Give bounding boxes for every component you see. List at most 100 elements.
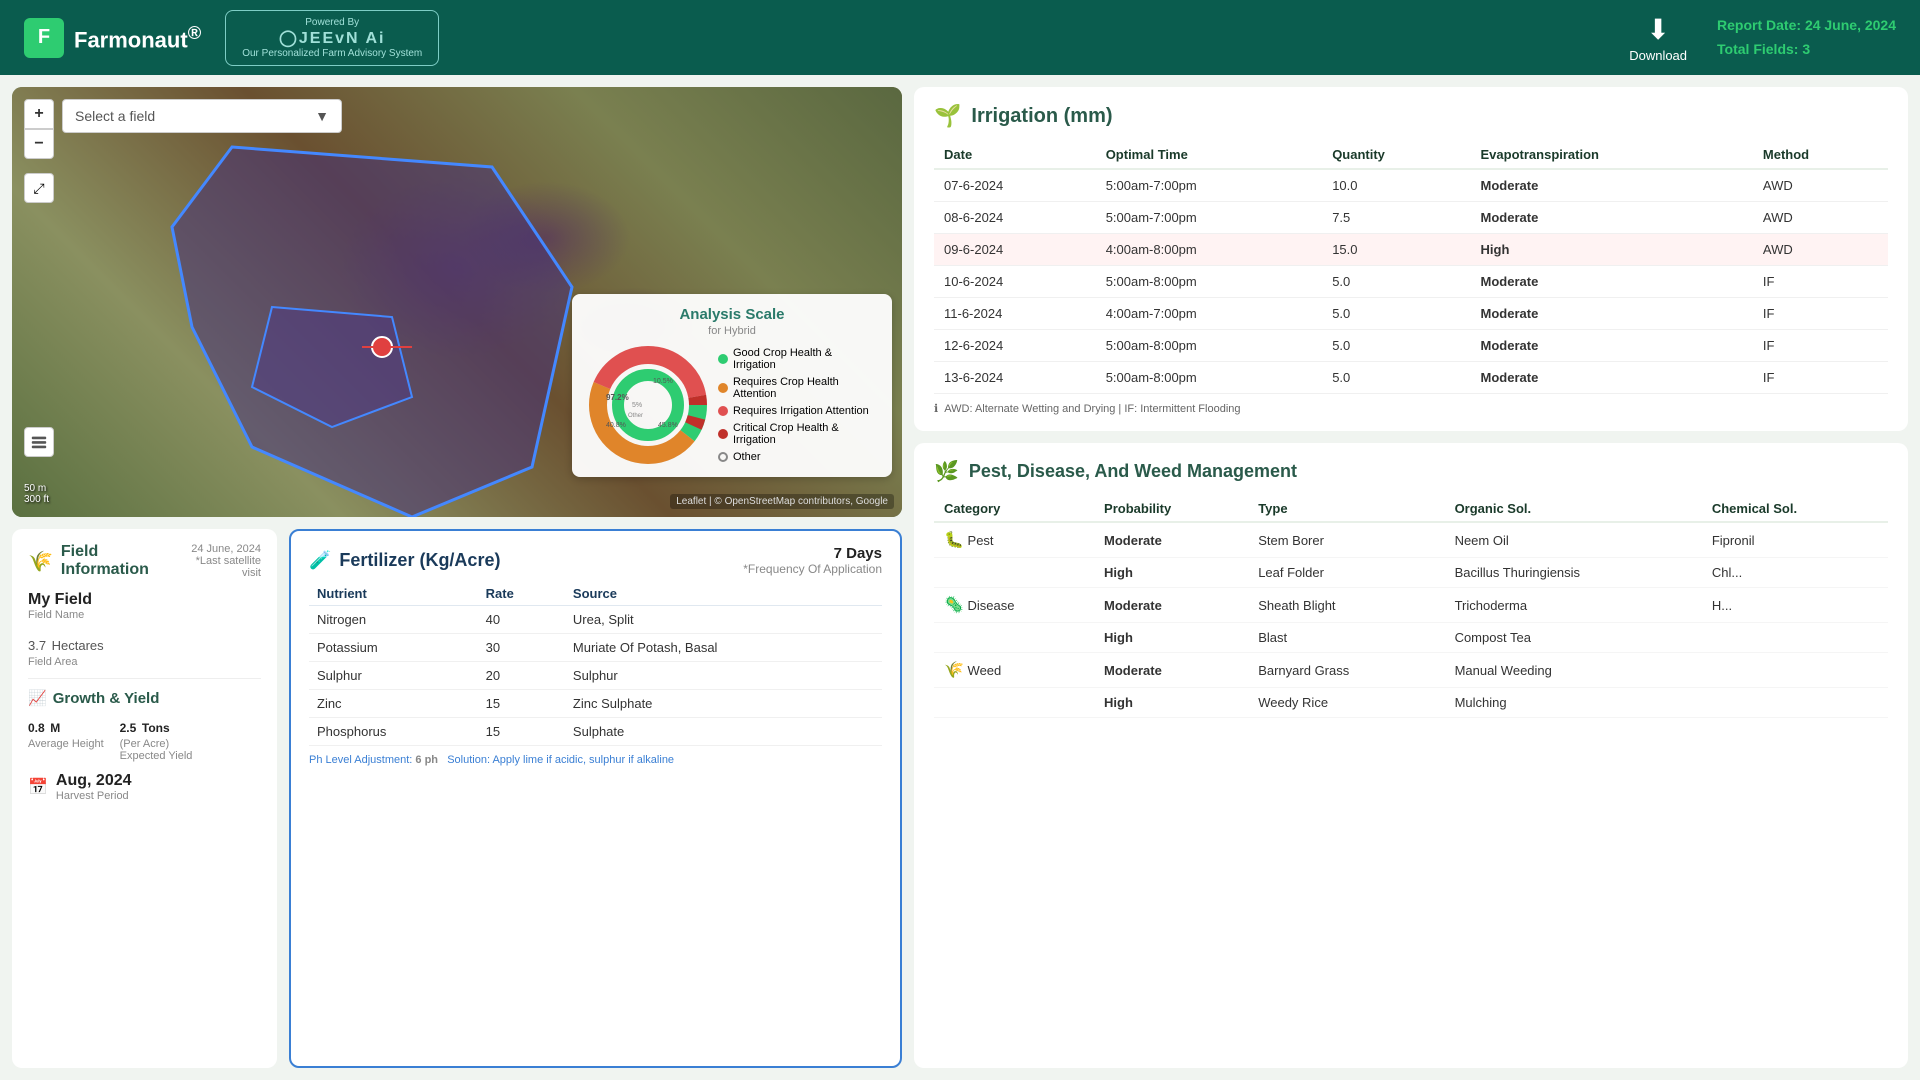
- irr-method: AWD: [1753, 169, 1888, 202]
- irrigation-row: 12-6-2024 5:00am-8:00pm 5.0 Moderate IF: [934, 330, 1888, 362]
- pest-category: [934, 558, 1094, 588]
- header: F Farmonaut® Powered By ◯JEEvN Ai Our Pe…: [0, 0, 1920, 75]
- map-zoom-controls[interactable]: + −: [24, 99, 54, 159]
- field-area-value: 3.7 Hectares: [28, 633, 261, 656]
- fert-source: Sulphate: [565, 718, 882, 746]
- fertilizer-header: 🧪 Fertilizer (Kg/Acre) 7 Days *Frequency…: [309, 545, 882, 576]
- map-scale: 50 m 300 ft: [24, 483, 49, 505]
- irr-date: 13-6-2024: [934, 362, 1096, 394]
- pest-row: 🦠 Disease Moderate Sheath Blight Trichod…: [934, 588, 1888, 623]
- pest-probability: Moderate: [1094, 522, 1248, 558]
- layers-icon: [30, 433, 48, 451]
- pest-chemical: [1702, 688, 1888, 718]
- fert-rate: 15: [478, 718, 565, 746]
- harvest-label: Harvest Period: [56, 790, 132, 802]
- legend-dot-good: [718, 354, 728, 364]
- fert-nutrient: Nitrogen: [309, 606, 478, 634]
- irr-evap: Moderate: [1471, 330, 1753, 362]
- pest-organic: Trichoderma: [1445, 588, 1702, 623]
- field-dropdown[interactable]: Select a field ▼: [62, 99, 342, 133]
- pest-type: Barnyard Grass: [1248, 653, 1444, 688]
- irr-col-date: Date: [934, 141, 1096, 169]
- yield-label: (Per Acre) Expected Yield: [120, 738, 193, 762]
- zoom-out-button[interactable]: −: [24, 129, 54, 159]
- irr-qty: 7.5: [1322, 202, 1470, 234]
- irr-time: 4:00am-7:00pm: [1096, 298, 1323, 330]
- pest-category: 🌾 Weed: [934, 653, 1094, 688]
- pest-probability: Moderate: [1094, 588, 1248, 623]
- irr-qty: 15.0: [1322, 234, 1470, 266]
- jeevn-title: ◯JEEvN Ai: [279, 28, 385, 48]
- field-info-date: 24 June, 2024 *Last satellite visit: [184, 543, 261, 579]
- svg-text:45.8%: 45.8%: [658, 422, 678, 429]
- irr-date: 07-6-2024: [934, 169, 1096, 202]
- map-container[interactable]: + − ⤢ Select a field ▼ 50 m: [12, 87, 902, 517]
- irr-date: 08-6-2024: [934, 202, 1096, 234]
- pest-probability: Moderate: [1094, 653, 1248, 688]
- jeevn-powered: Powered By: [305, 17, 359, 28]
- fertilizer-frequency: 7 Days *Frequency Of Application: [743, 545, 882, 576]
- pest-col-organic: Organic Sol.: [1445, 496, 1702, 522]
- height-value: 0.8 M: [28, 715, 104, 738]
- pest-chemical: H...: [1702, 588, 1888, 623]
- svg-text:97.2%: 97.2%: [606, 393, 629, 402]
- logo-reg: ®: [188, 22, 202, 43]
- dropdown-arrow-icon: ▼: [315, 108, 329, 124]
- pest-chemical: [1702, 623, 1888, 653]
- col-rate: Rate: [478, 582, 565, 606]
- fullscreen-button[interactable]: ⤢: [24, 173, 54, 203]
- field-area-label: Field Area: [28, 656, 261, 668]
- header-right: ⬇ Download Report Date: 24 June, 2024 To…: [1629, 13, 1896, 63]
- svg-text:10.5%: 10.5%: [653, 378, 673, 385]
- irrigation-table-header: Date Optimal Time Quantity Evapotranspir…: [934, 141, 1888, 169]
- fertilizer-row: Zinc 15 Zinc Sulphate: [309, 690, 882, 718]
- irrigation-row: 08-6-2024 5:00am-7:00pm 7.5 Moderate AWD: [934, 202, 1888, 234]
- jeevn-subtitle: Our Personalized Farm Advisory System: [242, 48, 422, 59]
- pest-chemical: Fipronil: [1702, 522, 1888, 558]
- irr-method: IF: [1753, 330, 1888, 362]
- irr-qty: 10.0: [1322, 169, 1470, 202]
- legend-dot-irrigation: [718, 406, 728, 416]
- field-info-title: Field Information: [61, 543, 176, 579]
- download-button[interactable]: ⬇ Download: [1629, 13, 1687, 63]
- zoom-in-button[interactable]: +: [24, 99, 54, 129]
- solution-text: Apply lime if acidic, sulphur if alkalin…: [492, 754, 674, 766]
- fertilizer-row: Nitrogen 40 Urea, Split: [309, 606, 882, 634]
- irr-evap: Moderate: [1471, 266, 1753, 298]
- pest-row: High Blast Compost Tea: [934, 623, 1888, 653]
- irr-time: 5:00am-7:00pm: [1096, 169, 1323, 202]
- pest-category: 🦠 Disease: [934, 588, 1094, 623]
- pest-organic: Bacillus Thuringiensis: [1445, 558, 1702, 588]
- fertilizer-row: Phosphorus 15 Sulphate: [309, 718, 882, 746]
- pest-title: Pest, Disease, And Weed Management: [969, 461, 1297, 482]
- pest-type: Sheath Blight: [1248, 588, 1444, 623]
- growth-title: 📈 Growth & Yield: [28, 689, 261, 707]
- irr-date: 11-6-2024: [934, 298, 1096, 330]
- irr-evap: High: [1471, 234, 1753, 266]
- pest-col-type: Type: [1248, 496, 1444, 522]
- legend-dot-crop-health: [718, 383, 728, 393]
- growth-icon: 📈: [28, 689, 47, 707]
- pest-probability: High: [1094, 623, 1248, 653]
- left-column: + − ⤢ Select a field ▼ 50 m: [12, 87, 902, 1068]
- harvest-value: Aug, 2024: [56, 772, 132, 790]
- layer-button[interactable]: [24, 427, 54, 457]
- pest-chemical: [1702, 653, 1888, 688]
- fertilizer-table-body: Nitrogen 40 Urea, Split Potassium 30 Mur…: [309, 606, 882, 746]
- irrigation-note: ℹ AWD: Alternate Wetting and Drying | IF…: [934, 402, 1888, 415]
- map-attribution: Leaflet | © OpenStreetMap contributors, …: [670, 494, 894, 509]
- fert-nutrient: Phosphorus: [309, 718, 478, 746]
- pest-table-header: Category Probability Type Organic Sol. C…: [934, 496, 1888, 522]
- irrigation-row: 09-6-2024 4:00am-8:00pm 15.0 High AWD: [934, 234, 1888, 266]
- irr-method: IF: [1753, 362, 1888, 394]
- fertilizer-icon: 🧪: [309, 550, 331, 571]
- main-content: + − ⤢ Select a field ▼ 50 m: [0, 75, 1920, 1080]
- legend-item-other: Other: [718, 451, 876, 463]
- fertilizer-table-header: Nutrient Rate Source: [309, 582, 882, 606]
- fertilizer-footer: Ph Level Adjustment: 6 ph Solution: Appl…: [309, 754, 882, 766]
- donut-chart: 97.2% 10.5% 45.8% 40.8% 5% Other: [588, 345, 708, 465]
- field-area-row: 3.7 Hectares Field Area: [28, 633, 261, 668]
- irrigation-row: 07-6-2024 5:00am-7:00pm 10.0 Moderate AW…: [934, 169, 1888, 202]
- harvest-info: Aug, 2024 Harvest Period: [56, 772, 132, 802]
- download-icon: ⬇: [1646, 13, 1669, 46]
